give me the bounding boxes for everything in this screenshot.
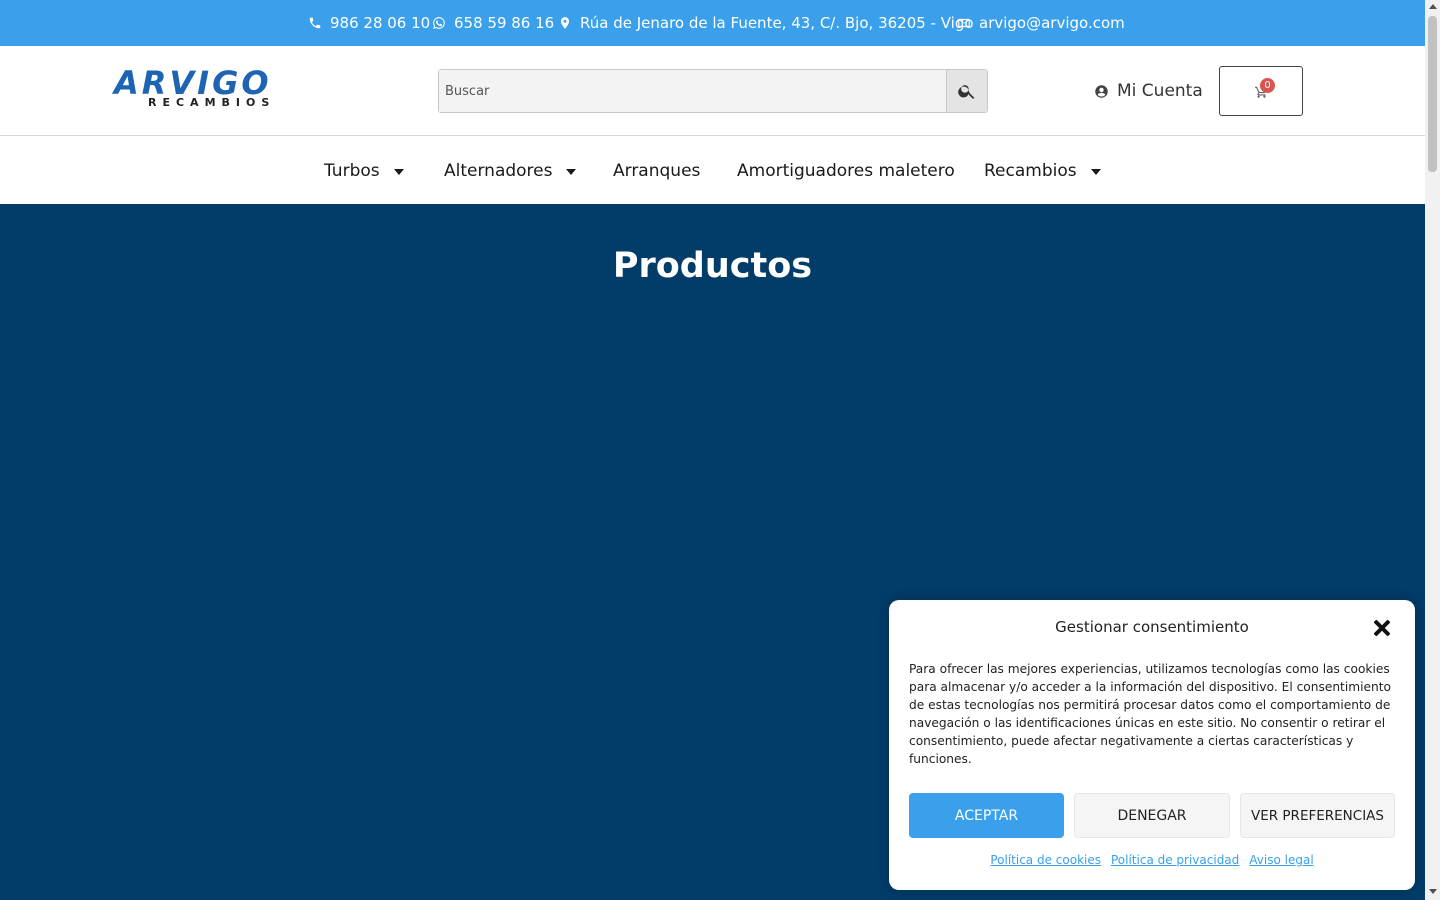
legal-notice-link[interactable]: Aviso legal (1249, 853, 1313, 867)
search-icon (958, 85, 975, 99)
page-scrollbar[interactable] (1425, 0, 1440, 900)
nav-item-label: Arranques (613, 160, 701, 181)
view-preferences-button[interactable]: VER PREFERENCIAS (1240, 793, 1395, 838)
main-nav: Turbos Alternadores Arranques Amortiguad… (0, 137, 1425, 204)
cookie-policy-link[interactable]: Política de cookies (990, 853, 1101, 867)
cookie-consent-dialog: Gestionar consentimiento Para ofrecer la… (889, 600, 1415, 890)
cookie-policy-links: Política de cookies Política de privacid… (889, 853, 1415, 867)
envelope-icon (958, 18, 970, 28)
topbar-phone-text: 986 28 06 10 (330, 14, 431, 32)
cart-button[interactable]: 0 (1219, 66, 1303, 116)
cookie-dialog-title: Gestionar consentimiento (1055, 618, 1249, 636)
user-circle-icon (1095, 84, 1108, 98)
chevron-down-icon (566, 168, 577, 175)
my-account-link[interactable]: Mi Cuenta (1094, 78, 1203, 104)
nav-item-arranques[interactable]: Arranques (613, 137, 700, 204)
nav-item-label: Alternadores (444, 160, 553, 181)
nav-item-alternadores[interactable]: Alternadores (444, 137, 577, 204)
topbar-phone-link[interactable]: 986 28 06 10 (308, 0, 430, 46)
whatsapp-icon (433, 17, 445, 29)
chevron-down-icon (1090, 168, 1101, 175)
nav-item-label: Recambios (984, 160, 1077, 181)
logo-wordmark: ARVIGO (114, 64, 272, 102)
topbar-email-link[interactable]: arvigo@arvigo.com (957, 0, 1125, 46)
phone-icon (309, 17, 321, 29)
privacy-policy-link[interactable]: Política de privacidad (1111, 853, 1239, 867)
cookie-dialog-text: Para ofrecer las mejores experiencias, u… (909, 662, 1391, 766)
nav-item-turbos[interactable]: Turbos (324, 137, 404, 204)
scroll-down-arrow-icon[interactable] (1429, 889, 1437, 894)
topbar-address-text: Rúa de Jenaro de la Fuente, 43, C/. Bjo,… (580, 14, 974, 32)
scrollbar-thumb[interactable] (1428, 16, 1437, 172)
topbar-email-text: arvigo@arvigo.com (979, 14, 1125, 32)
accept-button[interactable]: ACEPTAR (909, 793, 1064, 838)
scroll-up-arrow-icon[interactable] (1429, 4, 1437, 9)
search-input[interactable] (439, 70, 946, 112)
search-form (438, 69, 988, 113)
logo-tagline: RECAMBIOS (148, 96, 276, 109)
nav-item-amortiguadores-maletero[interactable]: Amortiguadores maletero (737, 137, 955, 204)
page-title: Productos (612, 246, 813, 286)
map-pin-icon (560, 17, 570, 29)
topbar-address-link[interactable]: Rúa de Jenaro de la Fuente, 43, C/. Bjo,… (558, 0, 974, 46)
top-info-bar: 986 28 06 10 658 59 86 16 Rúa de Jenaro … (0, 0, 1425, 46)
cart-count-badge: 0 (1260, 78, 1275, 93)
search-button[interactable] (946, 70, 987, 112)
chevron-down-icon (393, 168, 404, 175)
topbar-whatsapp-text: 658 59 86 16 (454, 14, 555, 32)
site-logo[interactable]: ARVIGO RECAMBIOS (114, 64, 314, 114)
nav-item-label: Turbos (324, 160, 380, 181)
site-header: ARVIGO RECAMBIOS Mi Cuenta 0 (0, 46, 1425, 136)
nav-item-label: Amortiguadores maletero (737, 160, 955, 181)
deny-button[interactable]: DENEGAR (1074, 793, 1230, 838)
page: 986 28 06 10 658 59 86 16 Rúa de Jenaro … (0, 0, 1425, 900)
nav-item-recambios[interactable]: Recambios (984, 137, 1101, 204)
topbar-whatsapp-link[interactable]: 658 59 86 16 (432, 0, 554, 46)
close-icon[interactable] (1373, 619, 1391, 637)
my-account-label: Mi Cuenta (1117, 81, 1203, 101)
